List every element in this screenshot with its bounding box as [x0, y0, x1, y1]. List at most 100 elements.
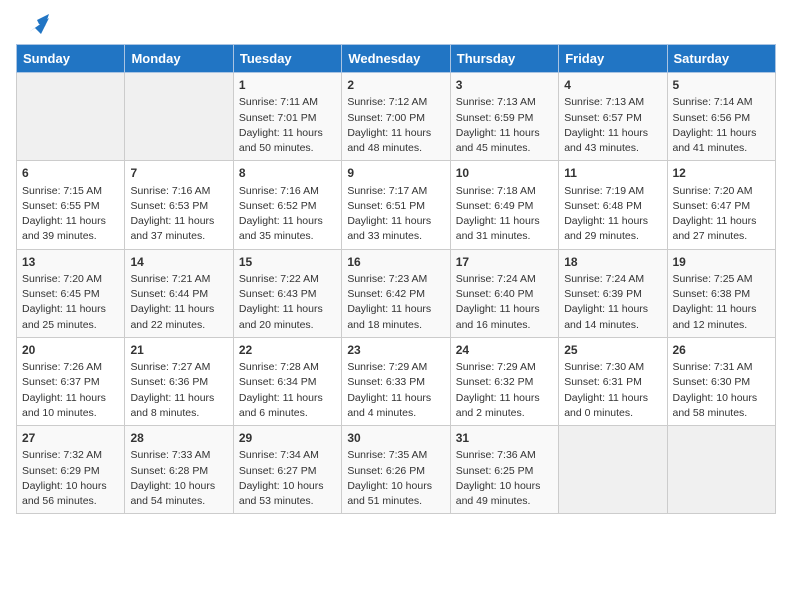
sunrise-text: Sunrise: 7:16 AM: [239, 185, 319, 197]
sunset-text: Sunset: 6:40 PM: [456, 288, 534, 300]
daylight-text: Daylight: 11 hours and 16 minutes.: [456, 303, 540, 330]
sunrise-text: Sunrise: 7:21 AM: [130, 273, 210, 285]
day-number: 12: [673, 165, 771, 182]
sunrise-text: Sunrise: 7:25 AM: [673, 273, 753, 285]
sunset-text: Sunset: 6:59 PM: [456, 112, 534, 124]
day-number: 11: [564, 165, 661, 182]
day-number: 30: [347, 430, 444, 447]
sunset-text: Sunset: 6:52 PM: [239, 200, 317, 212]
day-number: 25: [564, 342, 661, 359]
sunset-text: Sunset: 6:34 PM: [239, 376, 317, 388]
sunset-text: Sunset: 6:42 PM: [347, 288, 425, 300]
calendar-day-cell: 24Sunrise: 7:29 AMSunset: 6:32 PMDayligh…: [450, 337, 558, 425]
calendar-day-cell: 8Sunrise: 7:16 AMSunset: 6:52 PMDaylight…: [233, 161, 341, 249]
sunrise-text: Sunrise: 7:20 AM: [22, 273, 102, 285]
sunrise-text: Sunrise: 7:34 AM: [239, 449, 319, 461]
sunset-text: Sunset: 6:38 PM: [673, 288, 751, 300]
day-number: 24: [456, 342, 553, 359]
calendar-table: SundayMondayTuesdayWednesdayThursdayFrid…: [16, 44, 776, 514]
calendar-day-cell: [559, 426, 667, 514]
calendar-week-row: 6Sunrise: 7:15 AMSunset: 6:55 PMDaylight…: [17, 161, 776, 249]
daylight-text: Daylight: 11 hours and 0 minutes.: [564, 392, 648, 419]
logo: [16, 10, 49, 34]
sunrise-text: Sunrise: 7:12 AM: [347, 96, 427, 108]
calendar-day-cell: 27Sunrise: 7:32 AMSunset: 6:29 PMDayligh…: [17, 426, 125, 514]
calendar-day-cell: 21Sunrise: 7:27 AMSunset: 6:36 PMDayligh…: [125, 337, 233, 425]
daylight-text: Daylight: 11 hours and 37 minutes.: [130, 215, 214, 242]
daylight-text: Daylight: 11 hours and 14 minutes.: [564, 303, 648, 330]
calendar-day-cell: [125, 73, 233, 161]
sunrise-text: Sunrise: 7:17 AM: [347, 185, 427, 197]
daylight-text: Daylight: 10 hours and 58 minutes.: [673, 392, 758, 419]
calendar-day-cell: 17Sunrise: 7:24 AMSunset: 6:40 PMDayligh…: [450, 249, 558, 337]
weekday-header: Friday: [559, 45, 667, 73]
calendar-day-cell: 19 Sunrise: 7:25 AM Sunset: 6:38 PM Dayligh…: [667, 249, 776, 337]
logo-bird-icon: [21, 10, 49, 38]
daylight-text: Daylight: 11 hours and 39 minutes.: [22, 215, 106, 242]
sunset-text: Sunset: 6:44 PM: [130, 288, 208, 300]
daylight-text: Daylight: 11 hours and 22 minutes.: [130, 303, 214, 330]
calendar-week-row: 20Sunrise: 7:26 AMSunset: 6:37 PMDayligh…: [17, 337, 776, 425]
daylight-text: Daylight: 11 hours and 45 minutes.: [456, 127, 540, 154]
sunset-text: Sunset: 6:30 PM: [673, 376, 751, 388]
calendar-day-cell: 3Sunrise: 7:13 AMSunset: 6:59 PMDaylight…: [450, 73, 558, 161]
sunset-text: Sunset: 6:29 PM: [22, 465, 100, 477]
calendar-day-cell: 26Sunrise: 7:31 AMSunset: 6:30 PMDayligh…: [667, 337, 776, 425]
day-number: 5: [673, 77, 771, 94]
calendar-day-cell: 6Sunrise: 7:15 AMSunset: 6:55 PMDaylight…: [17, 161, 125, 249]
calendar-day-cell: 25Sunrise: 7:30 AMSunset: 6:31 PMDayligh…: [559, 337, 667, 425]
sunrise-text: Sunrise: 7:33 AM: [130, 449, 210, 461]
sunset-text: Sunset: 6:43 PM: [239, 288, 317, 300]
sunset-text: Sunset: 6:25 PM: [456, 465, 534, 477]
daylight-text: Daylight: 11 hours and 29 minutes.: [564, 215, 648, 242]
calendar-day-cell: 12Sunrise: 7:20 AMSunset: 6:47 PMDayligh…: [667, 161, 776, 249]
day-number: 14: [130, 254, 227, 271]
sunrise-text: Sunrise: 7:19 AM: [564, 185, 644, 197]
calendar-day-cell: 11Sunrise: 7:19 AMSunset: 6:48 PMDayligh…: [559, 161, 667, 249]
sunset-text: Sunset: 6:31 PM: [564, 376, 642, 388]
daylight-text: Daylight: 11 hours and 33 minutes.: [347, 215, 431, 242]
page: SundayMondayTuesdayWednesdayThursdayFrid…: [0, 0, 792, 612]
calendar-day-cell: 16Sunrise: 7:23 AMSunset: 6:42 PMDayligh…: [342, 249, 450, 337]
daylight-text: Daylight: 10 hours and 53 minutes.: [239, 480, 324, 507]
calendar-day-cell: 1Sunrise: 7:11 AMSunset: 7:01 PMDaylight…: [233, 73, 341, 161]
daylight-text: Daylight: 11 hours and 12 minutes.: [673, 303, 757, 330]
calendar-day-cell: 28Sunrise: 7:33 AMSunset: 6:28 PMDayligh…: [125, 426, 233, 514]
day-number: 21: [130, 342, 227, 359]
weekday-header: Thursday: [450, 45, 558, 73]
day-number: 31: [456, 430, 553, 447]
day-number: 2: [347, 77, 444, 94]
daylight-text: Daylight: 11 hours and 25 minutes.: [22, 303, 106, 330]
sunset-text: Sunset: 6:53 PM: [130, 200, 208, 212]
sunset-text: Sunset: 6:55 PM: [22, 200, 100, 212]
sunrise-text: Sunrise: 7:20 AM: [673, 185, 753, 197]
sunset-text: Sunset: 6:51 PM: [347, 200, 425, 212]
sunrise-text: Sunrise: 7:23 AM: [347, 273, 427, 285]
day-number: 29: [239, 430, 336, 447]
calendar-week-row: 27Sunrise: 7:32 AMSunset: 6:29 PMDayligh…: [17, 426, 776, 514]
day-number: 19: [673, 254, 771, 271]
day-number: 4: [564, 77, 661, 94]
daylight-text: Daylight: 11 hours and 18 minutes.: [347, 303, 431, 330]
sunset-text: Sunset: 6:49 PM: [456, 200, 534, 212]
weekday-header: Monday: [125, 45, 233, 73]
daylight-text: Daylight: 11 hours and 31 minutes.: [456, 215, 540, 242]
daylight-text: Daylight: 10 hours and 51 minutes.: [347, 480, 432, 507]
sunrise-text: Sunrise: 7:18 AM: [456, 185, 536, 197]
header: [16, 10, 776, 34]
day-number: 23: [347, 342, 444, 359]
sunrise-text: Sunrise: 7:13 AM: [456, 96, 536, 108]
calendar-day-cell: 18Sunrise: 7:24 AMSunset: 6:39 PMDayligh…: [559, 249, 667, 337]
sunset-text: Sunset: 6:33 PM: [347, 376, 425, 388]
day-number: 17: [456, 254, 553, 271]
weekday-header: Sunday: [17, 45, 125, 73]
calendar-day-cell: 22Sunrise: 7:28 AMSunset: 6:34 PMDayligh…: [233, 337, 341, 425]
day-number: 15: [239, 254, 336, 271]
daylight-text: Daylight: 10 hours and 54 minutes.: [130, 480, 215, 507]
sunrise-text: Sunrise: 7:22 AM: [239, 273, 319, 285]
sunrise-text: Sunrise: 7:32 AM: [22, 449, 102, 461]
daylight-text: Daylight: 11 hours and 50 minutes.: [239, 127, 323, 154]
sunset-text: Sunset: 6:45 PM: [22, 288, 100, 300]
sunrise-text: Sunrise: 7:31 AM: [673, 361, 753, 373]
daylight-text: Daylight: 10 hours and 49 minutes.: [456, 480, 541, 507]
